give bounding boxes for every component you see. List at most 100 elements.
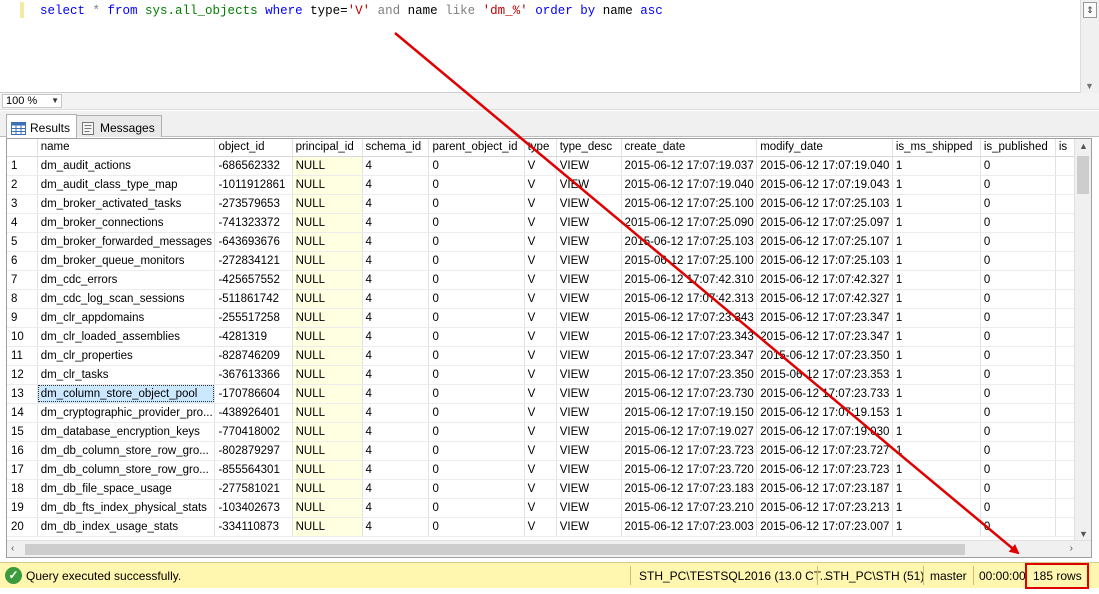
table-cell[interactable]: -367613366: [214, 365, 293, 385]
table-cell[interactable]: VIEW: [556, 479, 622, 499]
table-cell[interactable]: 0: [980, 422, 1056, 442]
table-cell[interactable]: VIEW: [556, 346, 622, 366]
table-cell[interactable]: -170786604: [214, 384, 293, 404]
table-cell[interactable]: V: [524, 479, 557, 499]
table-cell[interactable]: V: [524, 213, 557, 233]
table-cell[interactable]: 2015-06-12 17:07:23.187: [756, 479, 893, 499]
table-cell[interactable]: NULL: [292, 156, 363, 176]
table-row[interactable]: 17 dm_db_column_store_row_gro... -85556430…: [7, 460, 1075, 480]
table-cell[interactable]: 0: [428, 346, 525, 366]
table-cell[interactable]: -511861742: [214, 289, 293, 309]
column-header-modify-date[interactable]: modify_date: [756, 139, 893, 157]
table-cell[interactable]: 2015-06-12 17:07:23.727: [756, 441, 893, 461]
table-cell[interactable]: dm_clr_properties: [37, 346, 216, 366]
table-cell[interactable]: V: [524, 232, 557, 252]
row-number[interactable]: 12: [7, 365, 38, 385]
table-cell[interactable]: 4: [362, 384, 430, 404]
table-cell[interactable]: 4: [362, 289, 430, 309]
table-cell[interactable]: 2015-06-12 17:07:42.310: [621, 270, 758, 290]
table-cell[interactable]: 2015-06-12 17:07:23.210: [621, 498, 758, 518]
table-cell[interactable]: 2015-06-12 17:07:19.153: [756, 403, 893, 423]
row-number[interactable]: 14: [7, 403, 38, 423]
table-cell[interactable]: dm_column_store_object_pool: [37, 384, 216, 404]
table-cell[interactable]: 2015-06-12 17:07:19.027: [621, 422, 758, 442]
table-cell[interactable]: V: [524, 403, 557, 423]
table-cell[interactable]: VIEW: [556, 175, 622, 195]
table-cell[interactable]: 2015-06-12 17:07:23.347: [756, 308, 893, 328]
table-row[interactable]: 2 dm_audit_class_type_map -1011912861 NULL 4…: [7, 175, 1075, 195]
table-cell[interactable]: 0: [428, 460, 525, 480]
table-cell[interactable]: 2015-06-12 17:07:42.327: [756, 289, 893, 309]
table-cell[interactable]: 4: [362, 213, 430, 233]
table-cell[interactable]: 2015-06-12 17:07:25.100: [621, 194, 758, 214]
table-cell[interactable]: 0: [980, 232, 1056, 252]
table-cell[interactable]: 1: [892, 232, 981, 252]
table-cell[interactable]: 0: [428, 479, 525, 499]
table-cell[interactable]: NULL: [292, 270, 363, 290]
table-cell[interactable]: NULL: [292, 498, 363, 518]
table-cell[interactable]: 4: [362, 270, 430, 290]
vertical-scroll-thumb[interactable]: [1077, 156, 1089, 194]
table-cell[interactable]: dm_cdc_errors: [37, 270, 216, 290]
table-cell[interactable]: dm_clr_tasks: [37, 365, 216, 385]
scroll-left-icon[interactable]: ‹: [11, 543, 14, 554]
table-cell[interactable]: 4: [362, 232, 430, 252]
table-cell[interactable]: -686562332: [214, 156, 293, 176]
table-cell[interactable]: 2015-06-12 17:07:19.037: [621, 156, 758, 176]
table-cell[interactable]: 1: [892, 251, 981, 271]
table-row[interactable]: 3 dm_broker_activated_tasks -273579653 NULL…: [7, 194, 1075, 214]
query-editor[interactable]: select * from sys.all_objects where type…: [0, 0, 1099, 93]
row-number[interactable]: 13: [7, 384, 38, 404]
table-cell[interactable]: 2015-06-12 17:07:25.100: [621, 251, 758, 271]
table-row[interactable]: 5 dm_broker_forwarded_messages -643693676 N…: [7, 232, 1075, 252]
table-cell[interactable]: VIEW: [556, 460, 622, 480]
table-row[interactable]: 12 dm_clr_tasks -367613366 NULL 4 0 V VIEW 2015-…: [7, 365, 1075, 385]
row-number[interactable]: 20: [7, 517, 38, 537]
table-cell[interactable]: 4: [362, 479, 430, 499]
column-header-type[interactable]: type: [524, 139, 557, 157]
table-cell[interactable]: 2015-06-12 17:07:23.720: [621, 460, 758, 480]
table-cell[interactable]: 2015-06-12 17:07:23.347: [756, 327, 893, 347]
table-cell[interactable]: 0: [428, 251, 525, 271]
row-number[interactable]: 4: [7, 213, 38, 233]
table-cell[interactable]: V: [524, 441, 557, 461]
table-cell[interactable]: 1: [892, 289, 981, 309]
table-cell[interactable]: 2015-06-12 17:07:42.313: [621, 289, 758, 309]
table-cell[interactable]: 0: [980, 175, 1056, 195]
table-cell[interactable]: 0: [428, 213, 525, 233]
zoom-dropdown[interactable]: 100 % ▼: [2, 94, 62, 108]
table-cell[interactable]: dm_broker_activated_tasks: [37, 194, 216, 214]
table-cell[interactable]: dm_audit_actions: [37, 156, 216, 176]
table-cell[interactable]: VIEW: [556, 270, 622, 290]
table-cell[interactable]: -334110873: [214, 517, 293, 537]
table-cell[interactable]: NULL: [292, 327, 363, 347]
table-cell[interactable]: 2015-06-12 17:07:23.003: [621, 517, 758, 537]
table-cell[interactable]: 4: [362, 403, 430, 423]
table-cell[interactable]: VIEW: [556, 384, 622, 404]
table-cell[interactable]: -277581021: [214, 479, 293, 499]
table-cell[interactable]: 4: [362, 156, 430, 176]
table-cell[interactable]: -438926401: [214, 403, 293, 423]
table-cell[interactable]: 0: [428, 270, 525, 290]
table-cell[interactable]: -855564301: [214, 460, 293, 480]
table-cell[interactable]: 0: [980, 498, 1056, 518]
table-cell[interactable]: VIEW: [556, 441, 622, 461]
table-cell[interactable]: 2015-06-12 17:07:19.150: [621, 403, 758, 423]
table-cell[interactable]: 0: [980, 251, 1056, 271]
table-cell[interactable]: 1: [892, 175, 981, 195]
table-cell[interactable]: 2015-06-12 17:07:23.347: [621, 346, 758, 366]
tab-messages[interactable]: Messages: [76, 115, 162, 137]
table-cell[interactable]: -425657552: [214, 270, 293, 290]
row-number[interactable]: 7: [7, 270, 38, 290]
table-cell[interactable]: V: [524, 289, 557, 309]
table-cell[interactable]: 0: [980, 270, 1056, 290]
table-cell[interactable]: 1: [892, 479, 981, 499]
table-cell[interactable]: 4: [362, 441, 430, 461]
results-grid[interactable]: name object_id principal_id schema_id parent…: [6, 138, 1092, 558]
row-number[interactable]: 8: [7, 289, 38, 309]
table-cell[interactable]: 0: [980, 384, 1056, 404]
table-cell[interactable]: 2015-06-12 17:07:23.343: [621, 327, 758, 347]
table-cell[interactable]: 2015-06-12 17:07:23.343: [621, 308, 758, 328]
table-cell[interactable]: 0: [428, 194, 525, 214]
table-cell[interactable]: -1011912861: [214, 175, 293, 195]
